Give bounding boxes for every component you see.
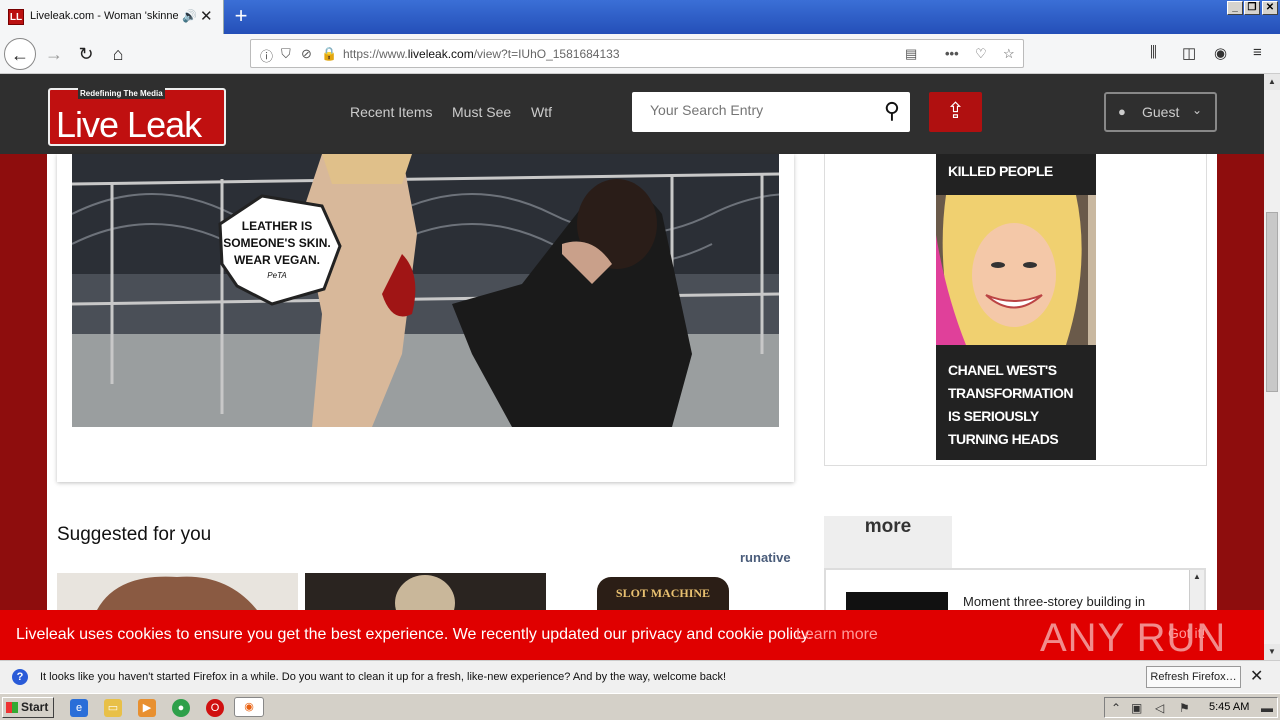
account-icon[interactable]: ◉	[1214, 44, 1227, 62]
slot-machine-label: SLOT MACHINE	[597, 577, 729, 610]
shield-icon[interactable]: ⛉	[281, 46, 291, 62]
close-icon[interactable]: ✕	[1250, 666, 1263, 686]
windows-taskbar: Start e ▭ ▶ ● O ◉ ⌃ ▣ ◁ ⚑ 5:45 AM ▬	[0, 693, 1280, 720]
browser-tab-active[interactable]: LL Liveleak.com - Woman 'skinned 🔊 ✕	[0, 0, 224, 34]
more-list-scrollbar[interactable]: ▲	[1189, 570, 1204, 612]
folder-icon[interactable]: ▭	[104, 699, 122, 717]
home-button[interactable]: ⌂	[102, 38, 134, 70]
opera-icon[interactable]: O	[206, 699, 224, 717]
cookie-accept-button[interactable]: Got it!	[1168, 625, 1205, 641]
scroll-up-icon[interactable]: ▲	[1190, 570, 1204, 584]
upload-button[interactable]: ⇪	[929, 92, 982, 132]
ie-icon[interactable]: e	[70, 699, 88, 717]
nav-wtf[interactable]: Wtf	[531, 104, 552, 120]
nav-recent-items[interactable]: Recent Items	[350, 104, 432, 120]
lock-icon[interactable]: 🔒	[321, 46, 337, 62]
ad-headline[interactable]: KILLED PEOPLE	[936, 154, 1096, 195]
info-icon[interactable]: ⓘ	[260, 46, 273, 65]
logo-tagline: Redefining The Media	[78, 88, 165, 99]
search-icon[interactable]: ⚲	[884, 98, 900, 124]
page-actions-icon[interactable]: •••	[945, 46, 959, 61]
guest-label: Guest	[1142, 104, 1180, 120]
scroll-up-icon[interactable]: ▲	[1264, 74, 1280, 90]
close-tab-icon[interactable]: ✕	[200, 7, 213, 25]
browser-titlebar: LL Liveleak.com - Woman 'skinned 🔊 ✕ + _…	[0, 0, 1280, 34]
notification-text: It looks like you haven't started Firefo…	[40, 671, 727, 683]
help-icon: ?	[12, 669, 28, 685]
reader-view-icon[interactable]: ▤	[905, 46, 917, 62]
sign-line-1: LEATHER IS	[242, 219, 312, 233]
start-button[interactable]: Start	[2, 697, 54, 718]
suggested-title: Suggested for you	[57, 524, 212, 545]
url-bar[interactable]: ⓘ ⛉ ⊘ 🔒 https://www.liveleak.com/view?t=…	[250, 39, 1024, 68]
guest-menu-button[interactable]: ● Guest ⌄	[1104, 92, 1217, 132]
liveleak-logo[interactable]: Redefining The Media Live Leak	[48, 88, 226, 146]
ad-caption[interactable]: CHANEL WEST'S TRANSFORMATION IS SERIOUSL…	[936, 345, 1096, 460]
scrollbar-thumb[interactable]	[1266, 212, 1278, 392]
restore-button[interactable]: ❐	[1244, 1, 1260, 15]
nav-must-see[interactable]: Must See	[452, 104, 511, 120]
windows-logo-icon	[6, 702, 18, 713]
forward-button[interactable]: →	[38, 38, 70, 70]
sign-line-3: WEAR VEGAN.	[234, 253, 320, 267]
user-icon: ●	[1118, 104, 1126, 119]
media-player-icon[interactable]: ▶	[138, 699, 156, 717]
url-text[interactable]: https://www.liveleak.com/view?t=IUhO_158…	[343, 47, 620, 61]
suggested-thumb-1[interactable]	[57, 573, 298, 610]
suggested-thumb-2[interactable]	[305, 573, 546, 610]
runative-label[interactable]: runative	[740, 550, 791, 565]
main-content: LEATHER IS SOMEONE'S SKIN. WEAR VEGAN. P…	[47, 154, 1217, 612]
close-window-button[interactable]: ✕	[1262, 1, 1278, 15]
new-tab-button[interactable]: +	[230, 3, 252, 29]
more-item-title[interactable]: Moment three-storey building in	[963, 594, 1145, 609]
refresh-firefox-button[interactable]: Refresh Firefox…	[1146, 666, 1241, 688]
browser-navbar: ← → ↻ ⌂ ⓘ ⛉ ⊘ 🔒 https://www.liveleak.com…	[0, 34, 1280, 74]
volume-icon[interactable]: ◁	[1155, 701, 1164, 715]
more-item-thumb[interactable]	[846, 592, 948, 612]
minimize-button[interactable]: _	[1227, 1, 1243, 15]
upload-icon: ⇪	[946, 98, 965, 123]
page-scrollbar[interactable]: ▲ ▼	[1264, 74, 1280, 660]
speaker-icon[interactable]: 🔊	[182, 9, 197, 23]
bookmark-star-icon[interactable]: ☆	[1003, 46, 1015, 62]
ad-image[interactable]	[936, 195, 1088, 345]
search-box: ⚲	[632, 92, 910, 132]
reload-button[interactable]: ↻	[70, 38, 102, 70]
cookie-text: Liveleak uses cookies to ensure you get …	[16, 626, 813, 643]
chevron-down-icon: ⌄	[1192, 103, 1203, 117]
search-input[interactable]	[650, 102, 870, 118]
network-icon[interactable]: ▣	[1131, 701, 1142, 715]
flag-icon[interactable]: ⚑	[1179, 701, 1190, 715]
show-desktop-icon[interactable]: ▬	[1261, 701, 1273, 715]
sidebar-icon[interactable]: ◫	[1182, 44, 1196, 62]
more-list: Moment three-storey building in ▲	[824, 568, 1206, 612]
suggested-thumb-3[interactable]: SLOT MACHINE	[595, 573, 731, 610]
liveleak-favicon-icon: LL	[8, 9, 24, 25]
menu-icon[interactable]: ≡	[1253, 44, 1262, 61]
library-icon[interactable]: ⫼	[1150, 44, 1157, 61]
logo-name: Live Leak	[56, 104, 202, 145]
start-label: Start	[21, 700, 49, 714]
scroll-down-icon[interactable]: ▼	[1264, 644, 1280, 660]
video-player[interactable]: LEATHER IS SOMEONE'S SKIN. WEAR VEGAN. P…	[72, 154, 779, 427]
tab-title: Liveleak.com - Woman 'skinned	[30, 10, 178, 22]
cookie-learn-more-link[interactable]: Learn more	[796, 626, 878, 644]
site-header: Redefining The Media Live Leak Recent It…	[0, 74, 1264, 154]
clock: 5:45 AM	[1209, 701, 1250, 713]
cookie-banner: Liveleak uses cookies to ensure you get …	[0, 610, 1264, 660]
pocket-icon[interactable]: ♡	[975, 46, 987, 62]
firefox-taskbar-button[interactable]: ◉	[234, 697, 264, 717]
system-tray: ⌃ ▣ ◁ ⚑ 5:45 AM ▬	[1104, 697, 1278, 718]
sign-brand: PeTA	[267, 271, 286, 280]
autoplay-blocked-icon[interactable]: ⊘	[301, 46, 312, 62]
sign-line-2: SOMEONE'S SKIN.	[223, 236, 331, 250]
chrome-icon[interactable]: ●	[172, 699, 190, 717]
firefox-notification-bar: ? It looks like you haven't started Fire…	[0, 660, 1280, 693]
back-button[interactable]: ←	[4, 38, 36, 70]
more-tab[interactable]: more	[824, 516, 952, 568]
tray-expand-icon[interactable]: ⌃	[1111, 701, 1121, 715]
ad-image-strip	[1088, 195, 1096, 345]
video-card: LEATHER IS SOMEONE'S SKIN. WEAR VEGAN. P…	[57, 154, 794, 482]
ad-box: KILLED PEOPLE CHANEL WEST'S TRANSFORMATI…	[824, 154, 1207, 466]
